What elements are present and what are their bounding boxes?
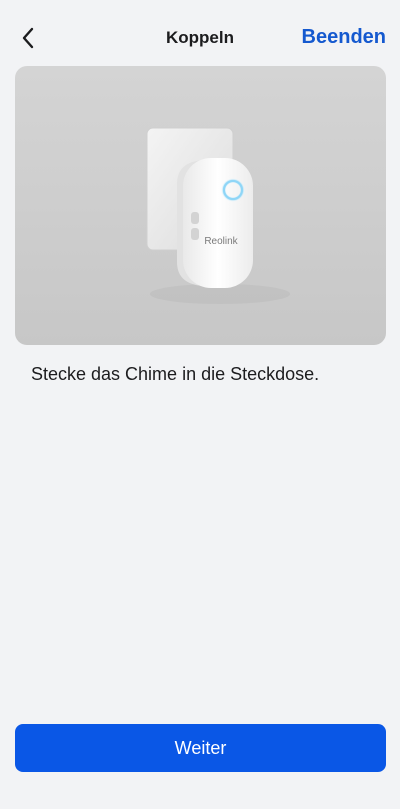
chime-plug-illustration: Reolink <box>15 66 386 345</box>
instruction-text: Stecke das Chime in die Steckdose. <box>31 364 320 384</box>
done-button[interactable]: Beenden <box>302 26 386 49</box>
navigation-bar: Koppeln Beenden <box>0 0 400 76</box>
brand-logo: Reolink <box>204 236 238 247</box>
next-button[interactable]: Weiter <box>15 724 386 772</box>
